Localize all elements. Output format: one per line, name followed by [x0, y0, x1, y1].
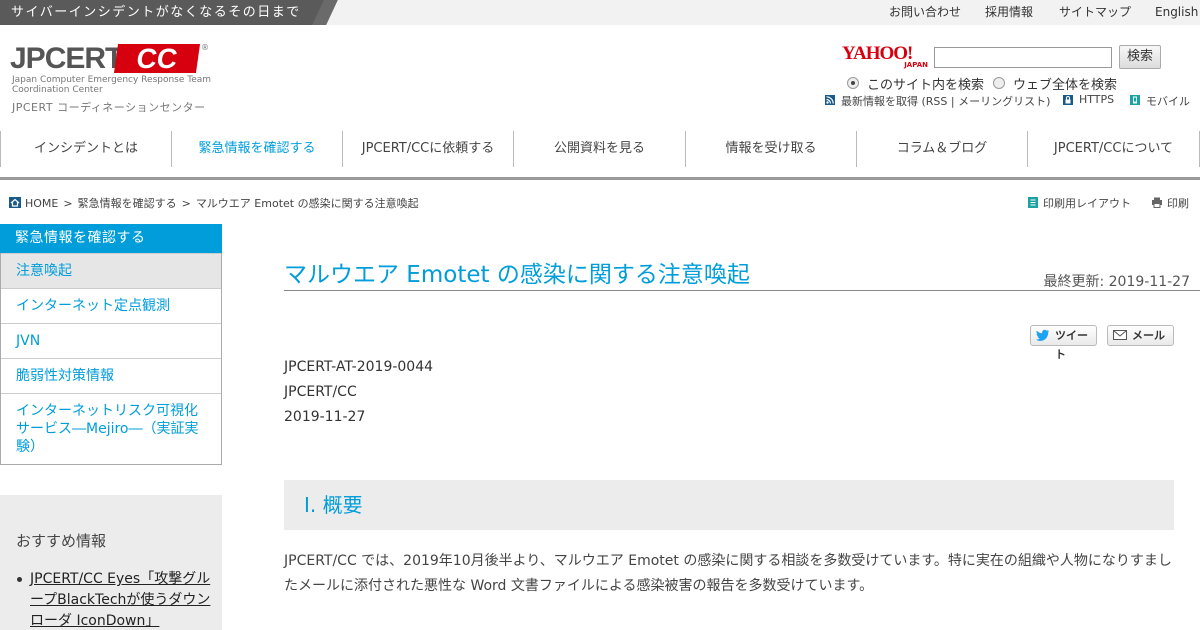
nav-request[interactable]: JPCERT/CCに依頼する	[342, 131, 513, 167]
search-input[interactable]	[934, 47, 1112, 68]
mobile-icon	[1130, 95, 1140, 105]
rss-link[interactable]: 最新情報を取得 (RSS | メーリングリスト)	[841, 93, 1050, 109]
overview-paragraph: JPCERT/CC では、2019年10月後半より、マルウエア Emotet の…	[284, 553, 1172, 594]
logo-cc-badge: CC	[113, 43, 201, 74]
print-layout-link[interactable]: 印刷用レイアウト	[1028, 195, 1131, 211]
sidebar-menu: 注意喚起 インターネット定点観測 JVN 脆弱性対策情報 インターネットリスク可…	[0, 253, 222, 465]
breadcrumb: HOME > 緊急情報を確認する > マルウエア Emotet の感染に関する注意喚起	[9, 195, 419, 211]
twitter-icon	[1036, 329, 1049, 341]
mail-icon	[1113, 330, 1127, 340]
nav-alerts[interactable]: 緊急情報を確認する	[171, 131, 342, 167]
scope-web-radio[interactable]	[993, 77, 1005, 89]
sidebar-item-vulnerabilities[interactable]: 脆弱性対策情報	[1, 358, 221, 393]
sidebar-heading[interactable]: 緊急情報を確認する	[0, 224, 222, 253]
https-link[interactable]: HTTPS	[1079, 93, 1114, 106]
title-divider	[284, 290, 1200, 291]
breadcrumb-separator: >	[181, 197, 191, 210]
nav-publications[interactable]: 公開資料を見る	[513, 131, 685, 167]
nav-columns[interactable]: コラム＆ブログ	[856, 131, 1027, 167]
recommended-title: おすすめ情報	[16, 532, 107, 550]
document-icon	[1028, 197, 1038, 208]
yahoo-japan-label: JAPAN	[904, 61, 928, 69]
search-button[interactable]: 検索	[1119, 45, 1161, 69]
top-bar: サイバーインシデントがなくなるその日まで お問い合わせ 採用情報 サイトマップ …	[0, 0, 1200, 25]
sitemap-link[interactable]: サイトマップ	[1059, 0, 1131, 25]
advisory-id: JPCERT-AT-2019-0044	[284, 359, 434, 375]
nav-about[interactable]: JPCERT/CCについて	[1027, 131, 1200, 167]
print-link[interactable]: 印刷	[1152, 195, 1189, 211]
section-heading-overview: I. 概要	[284, 480, 1174, 530]
scope-site-label[interactable]: このサイト内を検索	[867, 74, 984, 93]
nav-divider	[0, 177, 1200, 180]
mail-share-button[interactable]: メール	[1107, 325, 1174, 346]
advisory-org: JPCERT/CC	[284, 384, 357, 400]
english-link[interactable]: English	[1155, 0, 1198, 25]
sidebar-item-monitoring[interactable]: インターネット定点観測	[1, 288, 221, 323]
sidebar-item-alerts[interactable]: 注意喚起	[1, 253, 221, 288]
logo-wordmark: JPCERT	[10, 42, 123, 75]
tweet-button[interactable]: ツイート	[1030, 325, 1097, 361]
mail-label: メール	[1132, 329, 1165, 342]
breadcrumb-alerts[interactable]: 緊急情報を確認する	[78, 197, 177, 210]
yahoo-japan-logo: YAHOO! JAPAN	[842, 43, 928, 69]
contact-link[interactable]: お問い合わせ	[889, 0, 961, 25]
printer-icon	[1152, 197, 1162, 208]
sidebar-item-jvn[interactable]: JVN	[1, 323, 221, 358]
site-tagline: サイバーインシデントがなくなるその日まで	[0, 0, 326, 25]
logo-japanese-name: JPCERT コーディネーションセンター	[12, 101, 206, 114]
recommended-link[interactable]: JPCERT/CC Eyes「攻撃グループBlackTechが使うダウンローダ …	[16, 569, 212, 630]
breadcrumb-separator: >	[63, 197, 73, 210]
nav-incident[interactable]: インシデントとは	[0, 131, 171, 167]
rss-icon	[825, 95, 835, 105]
print-layout-label: 印刷用レイアウト	[1043, 197, 1131, 210]
page-title: マルウエア Emotet の感染に関する注意喚起	[284, 262, 750, 288]
scope-web-label[interactable]: ウェブ全体を検索	[1013, 74, 1117, 93]
print-label: 印刷	[1167, 197, 1189, 210]
logo-registered-mark: ®	[201, 43, 209, 52]
scope-site-radio[interactable]	[847, 77, 859, 89]
mobile-link[interactable]: モバイル	[1146, 93, 1190, 109]
careers-link[interactable]: 採用情報	[985, 0, 1033, 25]
sidebar-item-mejiro[interactable]: インターネットリスク可視化サービス―Mejiro―（実証実験）	[1, 393, 221, 464]
last-updated: 最終更新: 2019-11-27	[1043, 274, 1190, 290]
breadcrumb-home[interactable]: HOME	[25, 197, 58, 210]
breadcrumb-current: マルウエア Emotet の感染に関する注意喚起	[195, 197, 419, 210]
global-nav: インシデントとは 緊急情報を確認する JPCERT/CCに依頼する 公開資料を見…	[0, 131, 1200, 167]
nav-subscribe[interactable]: 情報を受け取る	[685, 131, 856, 167]
yahoo-wordmark: YAHOO!	[842, 43, 913, 64]
advisory-date: 2019-11-27	[284, 409, 366, 425]
logo-english-name: Japan Computer Emergency Response Team C…	[12, 75, 212, 95]
recommended-box: おすすめ情報 JPCERT/CC Eyes「攻撃グループBlackTechが使う…	[0, 495, 222, 630]
lock-icon	[1063, 95, 1073, 105]
tweet-label: ツイート	[1055, 329, 1088, 361]
home-icon	[9, 197, 21, 208]
